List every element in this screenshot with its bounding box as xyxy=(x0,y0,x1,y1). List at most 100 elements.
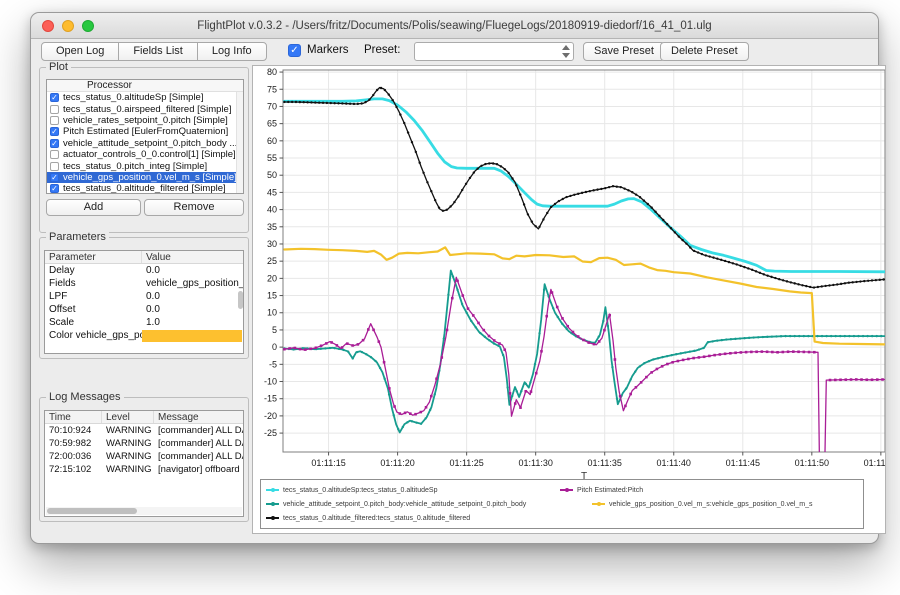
zoom-button[interactable] xyxy=(82,20,94,32)
legend-marker-icon xyxy=(266,503,279,505)
log-message: [commander] ALL DAT xyxy=(154,424,243,437)
parameters-table-header: ParameterValue xyxy=(45,251,243,264)
remove-button[interactable]: Remove xyxy=(144,199,244,216)
svg-text:80: 80 xyxy=(267,67,277,77)
svg-text:01:11:50: 01:11:50 xyxy=(795,458,829,468)
svg-text:15: 15 xyxy=(267,291,277,301)
log-messages-table[interactable]: TimeLevelMessage 70:10:924WARNING[comman… xyxy=(44,410,244,517)
field-checkbox[interactable] xyxy=(50,105,59,114)
parameter-value: 0.0 xyxy=(142,264,243,277)
field-label: Pitch Estimated [EulerFromQuaternion] xyxy=(63,126,228,137)
title-bar[interactable]: FlightPlot v.0.3.2 - /Users/fritz/Docume… xyxy=(31,13,878,39)
minimize-button[interactable] xyxy=(62,20,74,32)
plot-field-row[interactable]: ✓ tecs_status_0.altitude_filtered [Simple… xyxy=(47,183,243,194)
plot-field-row[interactable]: tecs_status_0.pitch_integ [Simple] xyxy=(47,160,243,171)
svg-text:50: 50 xyxy=(267,170,277,180)
toolbar: Open Log Fields List Log Info ✓ Markers … xyxy=(31,39,878,65)
svg-text:70: 70 xyxy=(267,101,277,111)
log-time: 72:15:102 xyxy=(45,463,102,476)
plot-field-row[interactable]: ✓ vehicle_attitude_setpoint_0.pitch_body … xyxy=(47,138,243,149)
field-checkbox[interactable]: ✓ xyxy=(50,139,59,148)
log-row[interactable]: 70:59:982WARNING[commander] ALL DAT xyxy=(45,437,243,450)
log-info-button[interactable]: Log Info xyxy=(197,42,267,61)
svg-text:-25: -25 xyxy=(264,428,277,438)
parameter-row[interactable]: Color vehicle_gps_po... xyxy=(45,329,243,342)
log-messages-title: Log Messages xyxy=(46,391,124,403)
field-checkbox[interactable]: ✓ xyxy=(50,184,59,193)
field-checkbox[interactable] xyxy=(50,116,59,125)
log-level: WARNING xyxy=(102,437,154,450)
parameter-row[interactable]: Offset0.0 xyxy=(45,303,243,316)
fields-list-button[interactable]: Fields List xyxy=(118,42,198,61)
plot-field-row[interactable]: ✓vehicle_gps_position_0.vel_m_s [Simple] xyxy=(47,172,243,183)
field-checkbox[interactable]: ✓ xyxy=(50,173,59,182)
log-message: [navigator] offboard m xyxy=(154,463,243,476)
plot-panel: Plot Processor ✓tecs_status_0.altitudeSp… xyxy=(39,67,249,233)
field-label: vehicle_attitude_setpoint_0.pitch_body .… xyxy=(63,138,237,149)
legend-marker-icon xyxy=(560,489,573,491)
add-button[interactable]: Add xyxy=(46,199,141,216)
preset-combo[interactable] xyxy=(414,42,574,61)
plot-field-row[interactable]: ✓tecs_status_0.altitudeSp [Simple] xyxy=(47,92,243,103)
svg-text:30: 30 xyxy=(267,239,277,249)
log-scrollbar-thumb[interactable] xyxy=(47,508,137,514)
svg-text:5: 5 xyxy=(272,325,277,335)
toolbar-button-group: Open Log Fields List Log Info xyxy=(41,42,267,61)
log-row[interactable]: 72:15:102WARNING[navigator] offboard m xyxy=(45,463,243,476)
log-messages-panel: Log Messages TimeLevelMessage 70:10:924W… xyxy=(39,397,249,522)
plot-field-row[interactable]: ✓ Pitch Estimated [EulerFromQuaternion] xyxy=(47,126,243,137)
log-level: WARNING xyxy=(102,463,154,476)
svg-text:45: 45 xyxy=(267,187,277,197)
field-checkbox[interactable]: ✓ xyxy=(50,127,59,136)
plot-list-scrollbar[interactable] xyxy=(236,92,243,193)
svg-text:35: 35 xyxy=(267,222,277,232)
plot-field-row[interactable]: tecs_status_0.airspeed_filtered [Simple] xyxy=(47,103,243,114)
parameters-table[interactable]: ParameterValue Delay0.0Fieldsvehicle_gps… xyxy=(44,250,244,354)
field-checkbox[interactable]: ✓ xyxy=(50,93,59,102)
open-log-button[interactable]: Open Log xyxy=(41,42,119,61)
svg-text:01:11:55: 01:11:55 xyxy=(864,458,886,468)
color-swatch[interactable] xyxy=(142,330,242,342)
parameter-row[interactable]: Scale1.0 xyxy=(45,316,243,329)
field-checkbox[interactable] xyxy=(50,150,59,159)
log-row[interactable]: 72:00:036WARNING[commander] ALL DAT xyxy=(45,450,243,463)
plot-panel-title: Plot xyxy=(46,61,71,73)
field-checkbox[interactable] xyxy=(50,162,59,171)
plot-field-list[interactable]: Processor ✓tecs_status_0.altitudeSp [Sim… xyxy=(46,79,244,194)
svg-text:01:11:15: 01:11:15 xyxy=(311,458,345,468)
svg-text:40: 40 xyxy=(267,205,277,215)
parameters-scrollbar-thumb[interactable] xyxy=(238,291,243,309)
parameter-row[interactable]: LPF0.0 xyxy=(45,290,243,303)
chart-panel: -25-20-15-10-505101520253035404550556065… xyxy=(252,65,886,534)
stepper-down-icon xyxy=(562,53,570,58)
parameter-row[interactable]: Fieldsvehicle_gps_position_... xyxy=(45,277,243,290)
svg-text:01:11:30: 01:11:30 xyxy=(518,458,552,468)
field-label: tecs_status_0.airspeed_filtered [Simple] xyxy=(63,104,231,115)
log-row[interactable]: 70:10:924WARNING[commander] ALL DAT xyxy=(45,424,243,437)
chart-legend: tecs_status_0.altitudeSp:tecs_status_0.a… xyxy=(260,479,864,529)
legend-label: Pitch Estimated:Pitch xyxy=(577,487,643,494)
parameter-name: Offset xyxy=(45,303,142,316)
delete-preset-button[interactable]: Delete Preset xyxy=(660,42,749,61)
save-preset-button[interactable]: Save Preset xyxy=(583,42,665,61)
svg-text:10: 10 xyxy=(267,308,277,318)
log-time: 72:00:036 xyxy=(45,450,102,463)
field-label: tecs_status_0.altitude_filtered [Simple] xyxy=(63,183,226,194)
log-level: WARNING xyxy=(102,424,154,437)
plot-field-row[interactable]: vehicle_rates_setpoint_0.pitch [Simple] xyxy=(47,115,243,126)
parameter-name: Fields xyxy=(45,277,142,290)
chart[interactable]: -25-20-15-10-505101520253035404550556065… xyxy=(253,66,886,486)
plot-field-row[interactable]: actuator_controls_0_0.control[1] [Simple… xyxy=(47,149,243,160)
markers-checkbox[interactable]: ✓ xyxy=(288,44,301,57)
parameter-row[interactable]: Delay0.0 xyxy=(45,264,243,277)
svg-text:01:11:40: 01:11:40 xyxy=(657,458,691,468)
svg-text:60: 60 xyxy=(267,136,277,146)
svg-text:01:11:25: 01:11:25 xyxy=(449,458,483,468)
legend-marker-icon xyxy=(592,503,605,505)
preset-stepper[interactable] xyxy=(561,45,570,58)
svg-text:25: 25 xyxy=(267,256,277,266)
parameter-value: 0.0 xyxy=(142,303,243,316)
log-horizontal-scrollbar[interactable] xyxy=(46,507,242,515)
close-button[interactable] xyxy=(42,20,54,32)
parameter-name: Color vehicle_gps_po... xyxy=(45,329,142,342)
